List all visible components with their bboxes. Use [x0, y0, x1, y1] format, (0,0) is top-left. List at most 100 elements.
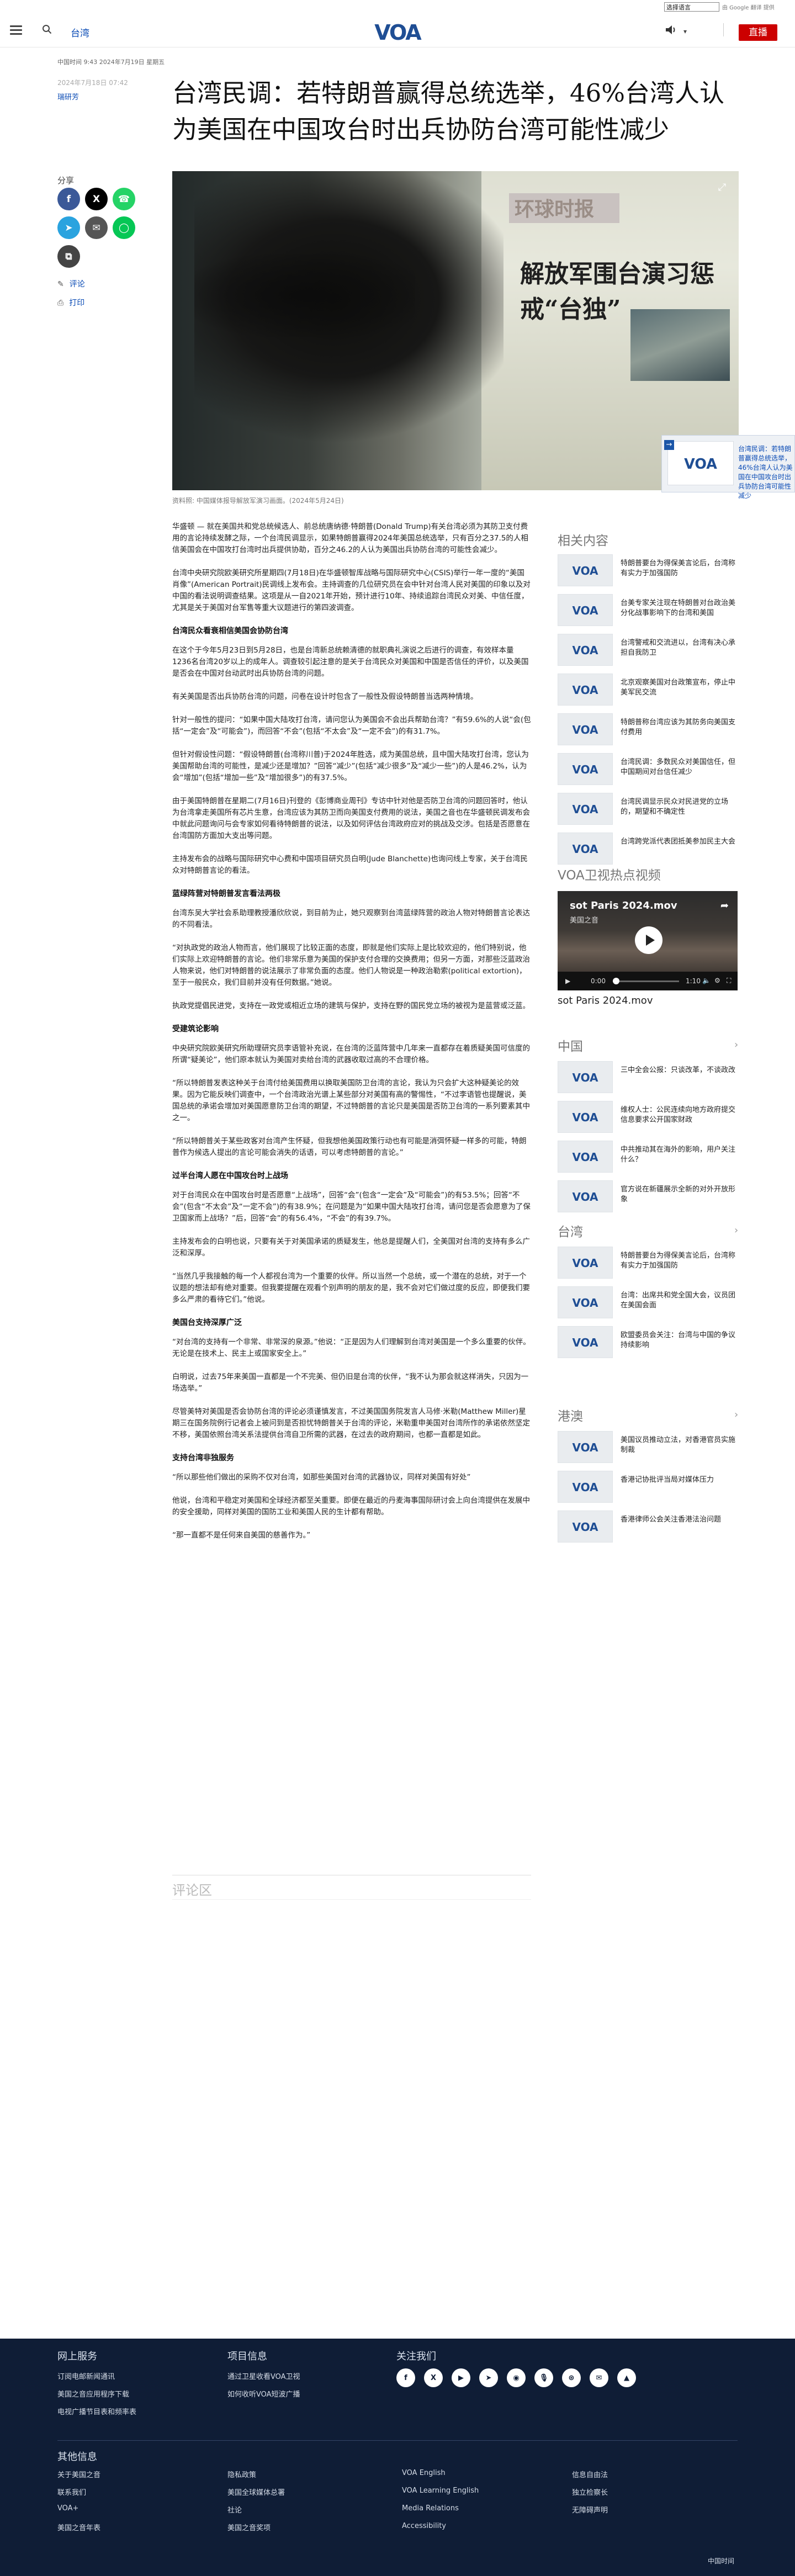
video-subtitle: 美国之音 — [570, 916, 599, 925]
article-paragraph: 执政党提倡民进党，支持在一政党或相近立场的建筑与保护，支持在野的国民党立场的被视… — [172, 1001, 530, 1010]
x-share-icon[interactable]: X — [85, 188, 108, 210]
facebook-icon[interactable]: f — [396, 2368, 415, 2387]
whatsapp-share-icon[interactable]: ☎ — [113, 188, 135, 210]
svg-text:VOA: VOA — [572, 1257, 598, 1269]
footer-link[interactable]: 隐私政策 — [227, 2469, 256, 2479]
volume-icon[interactable]: 🔈 — [702, 977, 711, 984]
sidebar-item[interactable]: VOA 台美专家关注现在特朗普对台政治美分化战事影响下的台湾和美国 — [558, 594, 740, 634]
sidebar-thumbnail: VOA — [558, 1286, 613, 1318]
sidebar-item-title: 台美专家关注现在特朗普对台政治美分化战事影响下的台湾和美国 — [621, 599, 736, 617]
youtube-icon[interactable]: ▶ — [452, 2368, 470, 2387]
video-scrub-handle[interactable] — [613, 978, 619, 984]
search-icon[interactable] — [42, 24, 52, 34]
arrow-right-icon[interactable]: → — [664, 440, 674, 450]
sidebar-item[interactable]: VOA 香港记协批评当局对媒体压力 — [558, 1471, 740, 1510]
floating-article-card[interactable]: VOA → 台湾民调：若特朗普赢得总统选举，46%台湾人认为美国在中国攻台时出兵… — [661, 435, 795, 500]
mail-icon[interactable]: ✉ — [590, 2368, 608, 2387]
chevron-down-icon[interactable]: ▾ — [683, 28, 687, 35]
sidebar-item[interactable]: VOA 三中全会公报：只谈改革，不谈政改 — [558, 1061, 740, 1101]
sidebar-item[interactable]: VOA 欧盟委员会关注：台湾与中国的争议持续影响 — [558, 1326, 740, 1366]
section-link[interactable]: 台湾 — [71, 25, 89, 39]
speaker-icon[interactable] — [665, 24, 678, 35]
fullscreen-icon[interactable]: ⛶ — [727, 977, 731, 985]
footer-link[interactable]: Accessibility — [402, 2522, 446, 2530]
email-share-icon[interactable]: ✉ — [85, 216, 108, 239]
live-button[interactable]: 直播 — [739, 24, 777, 41]
footer-copyright: 中国时间 — [708, 2557, 735, 2565]
copy-link-icon[interactable]: ⧉ — [57, 245, 80, 268]
footer-link[interactable]: 订阅电邮新闻通讯 — [57, 2371, 115, 2381]
voa-logo-icon: VOA — [572, 1296, 598, 1309]
hongkong-list: VOA 美国议员推动立法，对香港官员实施制裁 VOA 香港记协批评当局对媒体压力 VOA… — [558, 1431, 740, 1550]
comments-underline — [172, 1899, 531, 1900]
play-icon[interactable] — [635, 926, 662, 954]
facebook-share-icon[interactable]: f — [57, 188, 80, 210]
comment-link[interactable]: ✎ 评论 — [57, 278, 85, 289]
sidebar-thumbnail: VOA — [558, 554, 613, 586]
taiwan-heading[interactable]: 台湾 › — [558, 1221, 738, 1240]
line-share-icon[interactable]: ◯ — [113, 216, 135, 239]
telegram-share-icon[interactable]: ➤ — [57, 216, 80, 239]
sidebar-item[interactable]: VOA 台湾：出席共和党全国大会，议员团在美国会面 — [558, 1286, 740, 1326]
svg-text:VOA: VOA — [572, 564, 598, 577]
video-heading[interactable]: VOA卫视热点视频 — [558, 865, 661, 883]
footer-link[interactable]: 美国全球媒体总署 — [227, 2487, 285, 2497]
telegram-icon[interactable]: ➤ — [479, 2368, 498, 2387]
sidebar-thumbnail: VOA — [558, 1061, 613, 1093]
language-select[interactable]: 选择语言 — [664, 2, 719, 12]
sidebar-item[interactable]: VOA 特朗普要台为得保美言论后，台湾称有实力于加强国防 — [558, 554, 740, 594]
sidebar-item[interactable]: VOA 中共推动其在海外的影响，用户关注什么？ — [558, 1141, 740, 1180]
instagram-icon[interactable]: ◉ — [507, 2368, 526, 2387]
footer-link[interactable]: 关于美国之音 — [57, 2469, 100, 2479]
video-caption[interactable]: sot Paris 2024.mov — [558, 995, 653, 1006]
sidebar-item[interactable]: VOA 台湾警戒和交流进以，台湾有决心承担自我防卫 — [558, 634, 740, 674]
china-heading[interactable]: 中国 › — [558, 1036, 738, 1054]
gear-icon[interactable]: ⚙ — [714, 977, 720, 984]
video-time-current: 0:00 — [591, 977, 606, 985]
sidebar-item[interactable]: VOA 特朗普要台为得保美言论后，台湾称有实力于加强国防 — [558, 1247, 740, 1286]
voa-logo[interactable]: VOA — [367, 20, 428, 44]
sidebar-item-title: 台湾：出席共和党全国大会，议员团在美国会面 — [621, 1291, 736, 1310]
podcast-icon[interactable]: 🎙 — [534, 2368, 553, 2387]
hongkong-heading[interactable]: 港澳 › — [558, 1406, 738, 1424]
related-heading[interactable]: 相关内容 — [558, 530, 608, 549]
video-progress-bar[interactable] — [613, 980, 679, 982]
voa-logo-icon: VOA — [572, 1190, 598, 1203]
print-link[interactable]: ⎙ 打印 — [57, 297, 84, 308]
footer-link[interactable]: Media Relations — [402, 2504, 459, 2513]
footer-link[interactable]: 美国之音应用程序下载 — [57, 2388, 129, 2399]
sidebar-item[interactable]: VOA 美国议员推动立法，对香港官员实施制裁 — [558, 1431, 740, 1471]
footer-link[interactable]: 信息自由法 — [572, 2469, 608, 2479]
footer-link[interactable]: 电视广播节目表和频率表 — [57, 2406, 136, 2416]
share-icon[interactable]: ➦ — [720, 900, 729, 911]
sidebar-item[interactable]: VOA 台湾民调显示民众对民进党的立场的，期望和不确定性 — [558, 793, 740, 833]
sidebar-item[interactable]: VOA 维权人士：公民连续向地方政府提交信息要求公开国家财政 — [558, 1101, 740, 1141]
footer-link[interactable]: VOA Learning English — [402, 2487, 479, 2495]
expand-icon[interactable]: ⤢ — [716, 181, 729, 194]
footer-link[interactable]: 独立检察长 — [572, 2487, 608, 2497]
footer-link[interactable]: VOA English — [402, 2469, 446, 2477]
footer-link[interactable]: 美国之音奖项 — [227, 2522, 271, 2532]
android-icon[interactable]: ▲ — [617, 2368, 636, 2387]
article-byline[interactable]: 瑞研芳 — [57, 91, 79, 102]
footer-link[interactable]: 美国之音年表 — [57, 2522, 100, 2532]
article-paragraph: 由于美国特朗普在星期二(7月16日)刊登的《彭博商业周刊》专访中针对他是否防卫台… — [172, 797, 530, 840]
sidebar-item[interactable]: VOA 台湾民调：多数民众对美国信任，但中国期间对台信任减少 — [558, 753, 740, 793]
footer-link[interactable]: 通过卫星收看VOA卫视 — [227, 2371, 300, 2381]
sidebar-item[interactable]: VOA 北京观察美国对台政策宣布，停止中美军民交流 — [558, 674, 740, 713]
voa-logo-icon: VOA — [572, 723, 598, 736]
sidebar-thumbnail: VOA — [558, 1247, 613, 1279]
play-control-icon[interactable]: ▶ — [565, 977, 570, 985]
footer-link[interactable]: VOA+ — [57, 2504, 78, 2513]
footer-link[interactable]: 社论 — [227, 2504, 242, 2515]
video-player[interactable]: sot Paris 2024.mov 美国之音 ➦ ▶ 0:00 1:10 🔈 … — [558, 891, 738, 990]
footer-link[interactable]: 联系我们 — [57, 2487, 86, 2497]
footer-link[interactable]: 如何收听VOA短波广播 — [227, 2388, 300, 2399]
footer-link[interactable]: 无障碍声明 — [572, 2504, 608, 2515]
menu-icon[interactable] — [10, 25, 22, 35]
sidebar-item[interactable]: VOA 特朗普称台湾应该为其防务向美国支付费用 — [558, 713, 740, 753]
rss-icon[interactable]: ⊛ — [562, 2368, 581, 2387]
sidebar-item[interactable]: VOA 香港律师公会关注香港法治问题 — [558, 1510, 740, 1550]
sidebar-item[interactable]: VOA 官方说在新疆展示全新的对外开放形象 — [558, 1180, 740, 1220]
x-icon[interactable]: X — [424, 2368, 443, 2387]
